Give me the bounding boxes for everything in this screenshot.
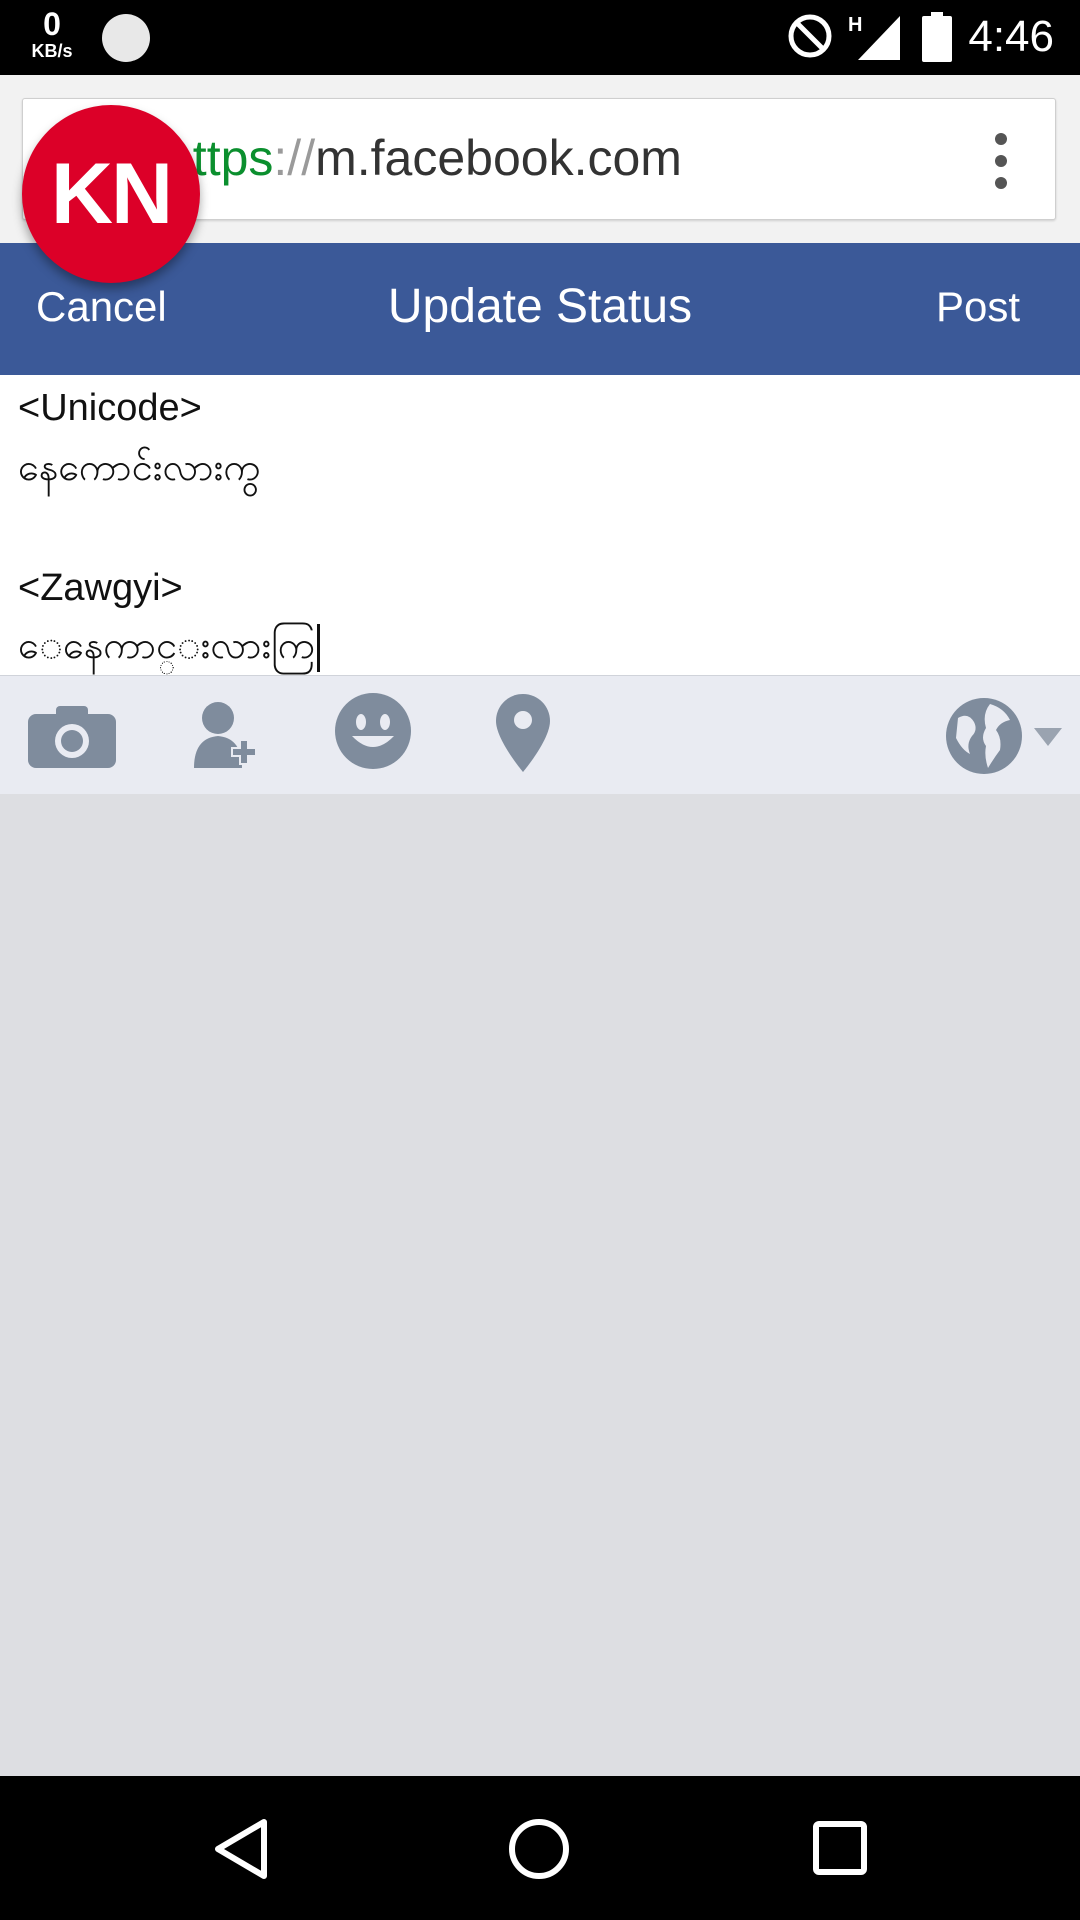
composer-line: ေနေကာင္းလားကြ <box>18 621 320 675</box>
navigation-bar <box>0 1776 1080 1920</box>
composer-line: <Unicode> <box>18 387 202 429</box>
home-icon[interactable] <box>508 1818 570 1880</box>
text-cursor <box>316 623 320 672</box>
composer-line: <Zawgyi> <box>18 567 183 609</box>
signal-strength-icon <box>858 16 900 60</box>
emoji-icon[interactable] <box>334 692 412 770</box>
back-icon[interactable] <box>212 1818 270 1880</box>
location-icon[interactable] <box>496 694 550 772</box>
post-button[interactable]: Post <box>936 283 1020 331</box>
globe-icon <box>946 698 1022 774</box>
signal: H <box>848 14 912 62</box>
network-speed-value: 0 <box>43 6 61 42</box>
audience-selector[interactable] <box>944 696 1064 776</box>
url-host: m.facebook.com <box>315 130 682 186</box>
network-speed: 0 KB/s <box>24 8 80 60</box>
battery-icon <box>922 12 952 62</box>
page-title: Update Status <box>387 280 693 333</box>
status-bar: 0 KB/s H 4:46 <box>0 0 1080 75</box>
url-separator: :// <box>273 130 316 186</box>
url-text[interactable]: https://m.facebook.com <box>165 129 682 187</box>
network-speed-unit: KB/s <box>31 41 73 61</box>
browser-menu-icon[interactable] <box>995 133 1007 199</box>
do-not-disturb-icon <box>788 14 832 58</box>
composer-line: နေကောင်းလားကွ <box>18 447 261 489</box>
composer-line-text: ေနေကာင္းလားကြ <box>18 625 315 667</box>
recents-icon[interactable] <box>812 1820 868 1876</box>
page-background <box>0 794 1080 1776</box>
tag-friend-icon[interactable] <box>190 698 260 770</box>
status-text-area[interactable]: <Unicode> နေကောင်းလားကွ <Zawgyi> ေနေကာင္… <box>0 375 1080 676</box>
camera-icon[interactable] <box>28 704 116 768</box>
composer-toolbar <box>0 676 1080 794</box>
chevron-down-icon <box>1034 728 1062 746</box>
kn-floating-bubble[interactable]: KN <box>22 105 200 283</box>
clock: 4:46 <box>968 12 1054 61</box>
notification-dot-icon <box>102 14 150 62</box>
